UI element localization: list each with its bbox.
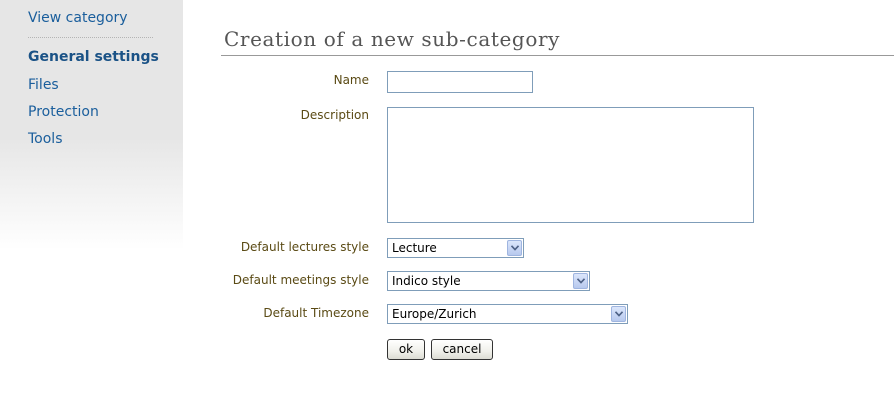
ok-button[interactable]: ok [387, 339, 425, 360]
meetings-style-value: Indico style [392, 274, 461, 288]
chevron-down-icon[interactable] [507, 240, 522, 256]
view-category-link[interactable]: View category [28, 10, 128, 26]
timezone-label: Default Timezone [263, 306, 369, 320]
description-textarea[interactable] [387, 107, 754, 223]
timezone-value: Europe/Zurich [392, 307, 477, 321]
cancel-button[interactable]: cancel [431, 339, 493, 360]
meetings-style-select[interactable]: Indico style [387, 271, 590, 291]
lectures-style-value: Lecture [392, 241, 437, 255]
name-label: Name [333, 73, 369, 87]
chevron-down-icon[interactable] [573, 273, 588, 289]
sidebar-item-protection[interactable]: Protection [28, 104, 99, 120]
sidebar-item-files[interactable]: Files [28, 77, 59, 93]
meetings-style-label: Default meetings style [232, 273, 369, 287]
timezone-select[interactable]: Europe/Zurich [387, 304, 628, 324]
sidebar-divider [28, 37, 153, 38]
sidebar-item-general-settings[interactable]: General settings [28, 49, 159, 65]
chevron-down-icon[interactable] [611, 306, 626, 322]
description-label: Description [300, 108, 369, 122]
lectures-style-select[interactable]: Lecture [387, 238, 524, 258]
title-divider [221, 55, 894, 56]
sidebar-item-tools[interactable]: Tools [28, 131, 63, 147]
lectures-style-label: Default lectures style [240, 240, 369, 254]
sidebar: View category General settings Files Pro… [0, 0, 183, 250]
page-title: Creation of a new sub-category [224, 27, 561, 51]
name-input[interactable] [387, 71, 533, 93]
